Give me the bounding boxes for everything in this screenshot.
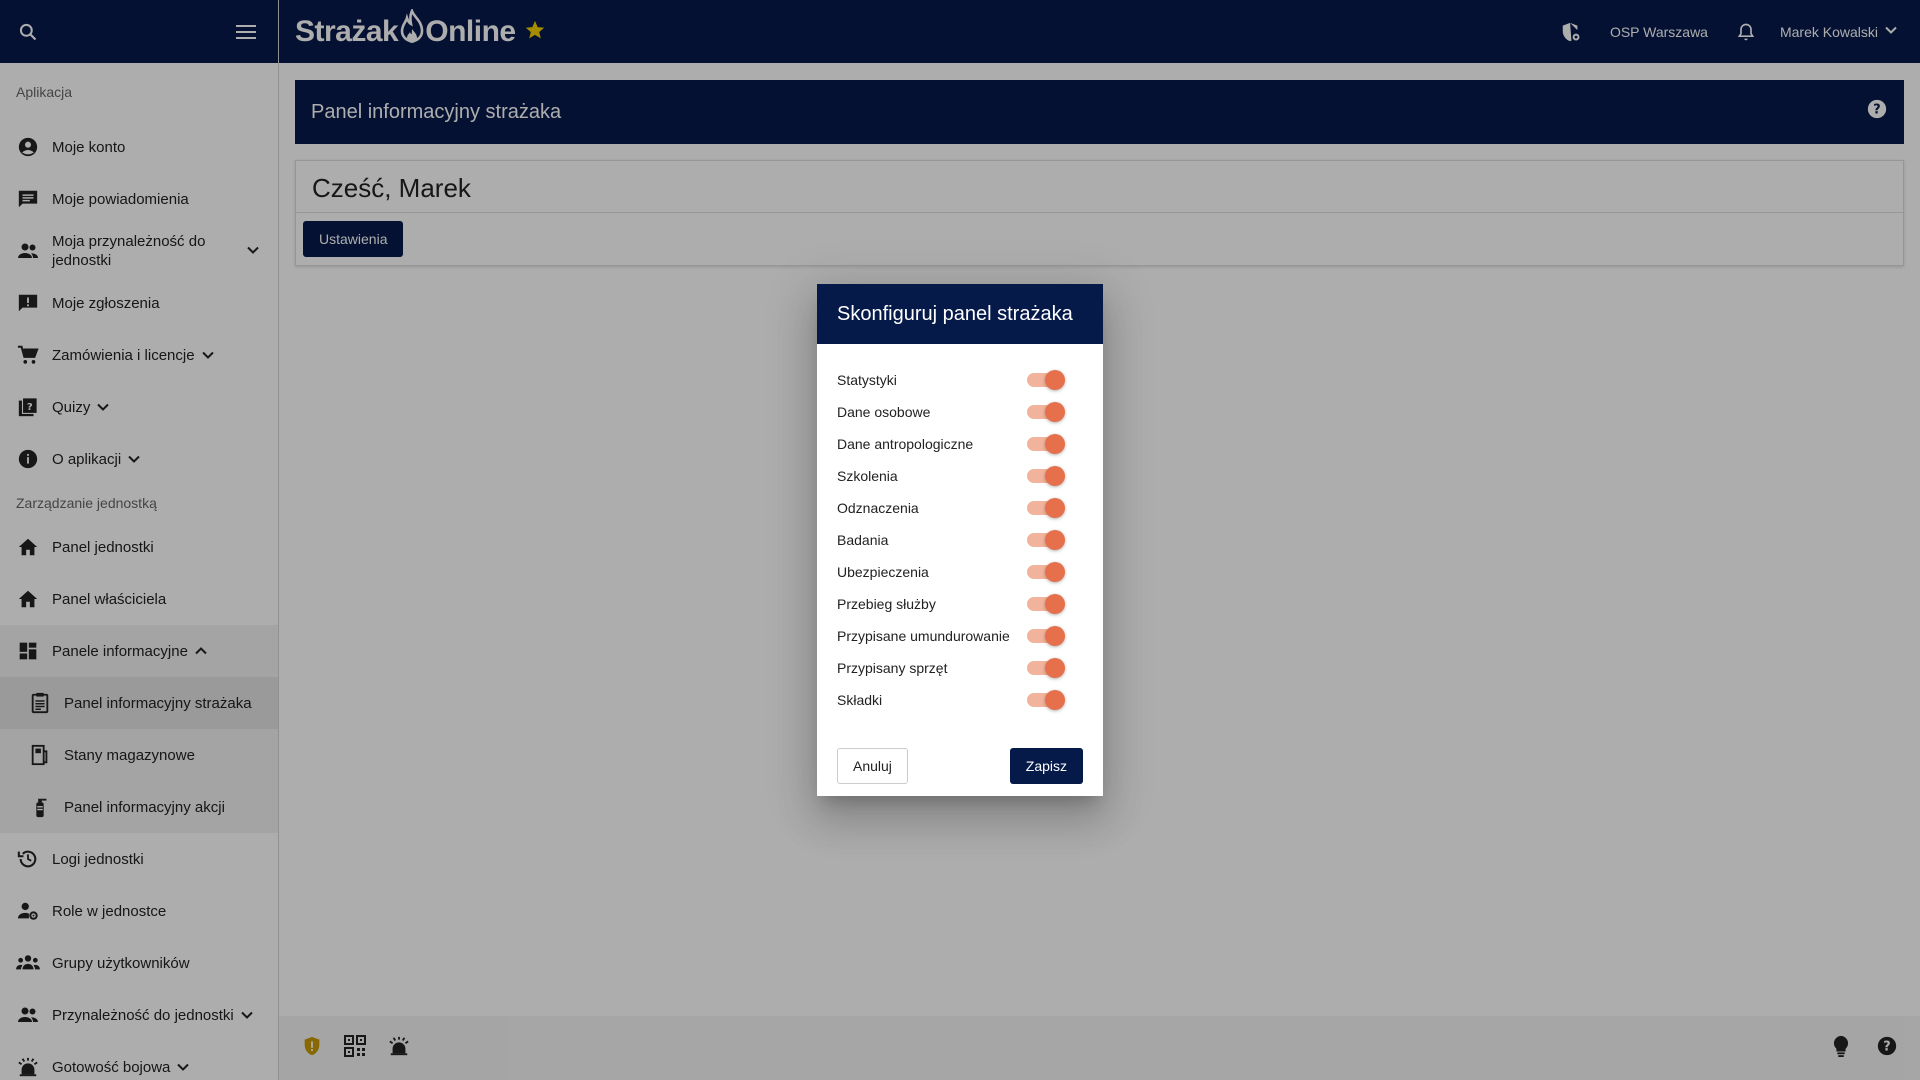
option-row: Szkolenia (817, 460, 1103, 492)
option-row: Przypisany sprzęt (817, 652, 1103, 684)
option-toggle[interactable] (1027, 594, 1065, 614)
option-row: Przebieg służby (817, 588, 1103, 620)
configure-panel-dialog: Skonfiguruj panel strażaka Statystyki Da… (817, 284, 1103, 796)
option-label: Składki (837, 692, 883, 708)
option-row: Składki (817, 684, 1103, 716)
option-row: Odznaczenia (817, 492, 1103, 524)
option-label: Badania (837, 532, 889, 548)
option-label: Przypisane umundurowanie (837, 628, 1010, 644)
option-label: Przebieg służby (837, 596, 936, 612)
option-toggle[interactable] (1027, 370, 1065, 390)
option-toggle[interactable] (1027, 626, 1065, 646)
option-label: Dane antropologiczne (837, 436, 974, 452)
save-button[interactable]: Zapisz (1009, 748, 1083, 784)
option-row: Statystyki (817, 364, 1103, 396)
option-label: Ubezpieczenia (837, 564, 929, 580)
option-label: Przypisany sprzęt (837, 660, 948, 676)
dialog-title: Skonfiguruj panel strażaka (817, 284, 1103, 344)
option-row: Ubezpieczenia (817, 556, 1103, 588)
option-label: Odznaczenia (837, 500, 919, 516)
option-toggle[interactable] (1027, 402, 1065, 422)
option-toggle[interactable] (1027, 690, 1065, 710)
option-toggle[interactable] (1027, 466, 1065, 486)
option-row: Przypisane umundurowanie (817, 620, 1103, 652)
option-toggle[interactable] (1027, 658, 1065, 678)
option-row: Dane antropologiczne (817, 428, 1103, 460)
option-row: Badania (817, 524, 1103, 556)
option-label: Statystyki (837, 372, 897, 388)
option-label: Dane osobowe (837, 404, 931, 420)
dialog-options-list: Statystyki Dane osobowe Dane antropologi… (817, 344, 1103, 716)
option-toggle[interactable] (1027, 434, 1065, 454)
option-toggle[interactable] (1027, 498, 1065, 518)
option-row: Dane osobowe (817, 396, 1103, 428)
cancel-button[interactable]: Anuluj (837, 748, 908, 784)
option-toggle[interactable] (1027, 562, 1065, 582)
option-label: Szkolenia (837, 468, 898, 484)
dialog-actions: Anuluj Zapisz (817, 736, 1103, 796)
option-toggle[interactable] (1027, 530, 1065, 550)
